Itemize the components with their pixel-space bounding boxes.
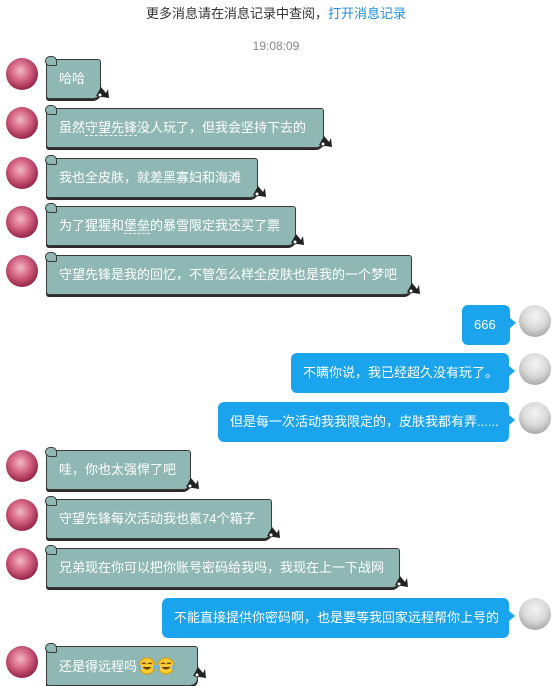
bubble-decoration-icon	[253, 186, 266, 197]
message-text: 守望先锋是我的回忆，不管怎么样全皮肤也是我的一个梦吧	[59, 267, 398, 282]
message-bubble[interactable]: 我也全皮肤，就差黑寡妇和海滩	[45, 155, 258, 198]
message-text: 哇，你也太强悍了吧	[59, 462, 177, 477]
my-avatar[interactable]	[519, 598, 551, 630]
message-text: 兄弟现在你可以把你账号密码给我吗，我现在上一下战网	[59, 560, 385, 575]
message-text: 守望先锋每次活动我也氪74个箱子	[59, 511, 256, 526]
contact-avatar[interactable]	[6, 255, 38, 287]
contact-avatar[interactable]	[6, 499, 38, 531]
message-text: 哈哈	[59, 71, 86, 86]
bubble-decoration-icon	[96, 87, 109, 98]
message-text: 不瞒你说，我已经超久没有玩了。	[303, 365, 499, 380]
message-bubble[interactable]: 哇，你也太强悍了吧	[45, 447, 191, 490]
message-bubble[interactable]: 为了猩猩和堡垒的暴雪限定我还买了票	[45, 203, 296, 246]
message-bubble[interactable]: 不瞒你说，我已经超久没有玩了。	[291, 353, 515, 393]
my-avatar[interactable]	[519, 402, 551, 434]
my-avatar[interactable]	[519, 353, 551, 385]
message-bubble[interactable]: 兄弟现在你可以把你账号密码给我吗，我现在上一下战网	[45, 545, 400, 588]
keyword-link[interactable]: 守望先锋	[85, 120, 138, 136]
contact-avatar[interactable]	[6, 157, 38, 189]
laugh-cry-emoji	[157, 657, 175, 675]
bubble-decoration-icon	[407, 283, 420, 294]
message-bubble[interactable]: 守望先锋每次活动我也氪74个箱子	[45, 496, 272, 539]
message-timestamp: 19:08:09	[252, 39, 300, 53]
message-bubble[interactable]: 还是得远程吗	[45, 643, 198, 686]
bubble-decoration-icon	[186, 478, 199, 489]
message-bubble[interactable]: 但是每一次活动我我限定的，皮肤我都有弄......	[218, 402, 515, 442]
contact-avatar[interactable]	[6, 450, 38, 482]
message-text: 为了猩猩和	[59, 218, 125, 233]
history-notice-text: 更多消息请在消息记录中查阅，	[145, 6, 328, 21]
bubble-decoration-icon	[193, 667, 206, 678]
message-text: 666	[474, 317, 496, 332]
my-avatar[interactable]	[519, 305, 551, 337]
message-text: 我也全皮肤，就差黑寡妇和海滩	[59, 170, 242, 185]
laugh-cry-emoji	[138, 657, 156, 675]
message-text: 但是每一次活动我我限定的，皮肤我都有弄......	[230, 414, 499, 429]
bubble-decoration-icon	[395, 576, 408, 587]
message-text: 的暴雪限定我还买了票	[150, 218, 281, 233]
contact-avatar[interactable]	[6, 58, 38, 90]
contact-avatar[interactable]	[6, 646, 38, 678]
message-bubble[interactable]: 不能直接提供你密码啊，也是要等我回家远程帮你上号的	[162, 598, 515, 638]
contact-avatar[interactable]	[6, 107, 38, 139]
open-history-link[interactable]: 打开消息记录	[328, 6, 406, 21]
bubble-decoration-icon	[291, 234, 304, 245]
message-bubble[interactable]: 守望先锋是我的回忆，不管怎么样全皮肤也是我的一个梦吧	[45, 252, 412, 295]
bubble-decoration-icon	[267, 527, 280, 538]
message-bubble[interactable]: 666	[462, 305, 516, 345]
message-bubble[interactable]: 虽然守望先锋没人玩了，但我会坚持下去的	[45, 105, 324, 148]
message-text: 虽然	[59, 120, 86, 135]
bubble-decoration-icon	[319, 136, 332, 147]
keyword-link[interactable]: 堡垒	[124, 218, 151, 234]
contact-avatar[interactable]	[6, 548, 38, 580]
message-text: 没人玩了，但我会坚持下去的	[137, 120, 307, 135]
message-text: 不能直接提供你密码啊，也是要等我回家远程帮你上号的	[174, 610, 500, 625]
message-text: 还是得远程吗	[59, 659, 138, 674]
history-notice: 更多消息请在消息记录中查阅，打开消息记录	[0, 3, 552, 22]
contact-avatar[interactable]	[6, 206, 38, 238]
